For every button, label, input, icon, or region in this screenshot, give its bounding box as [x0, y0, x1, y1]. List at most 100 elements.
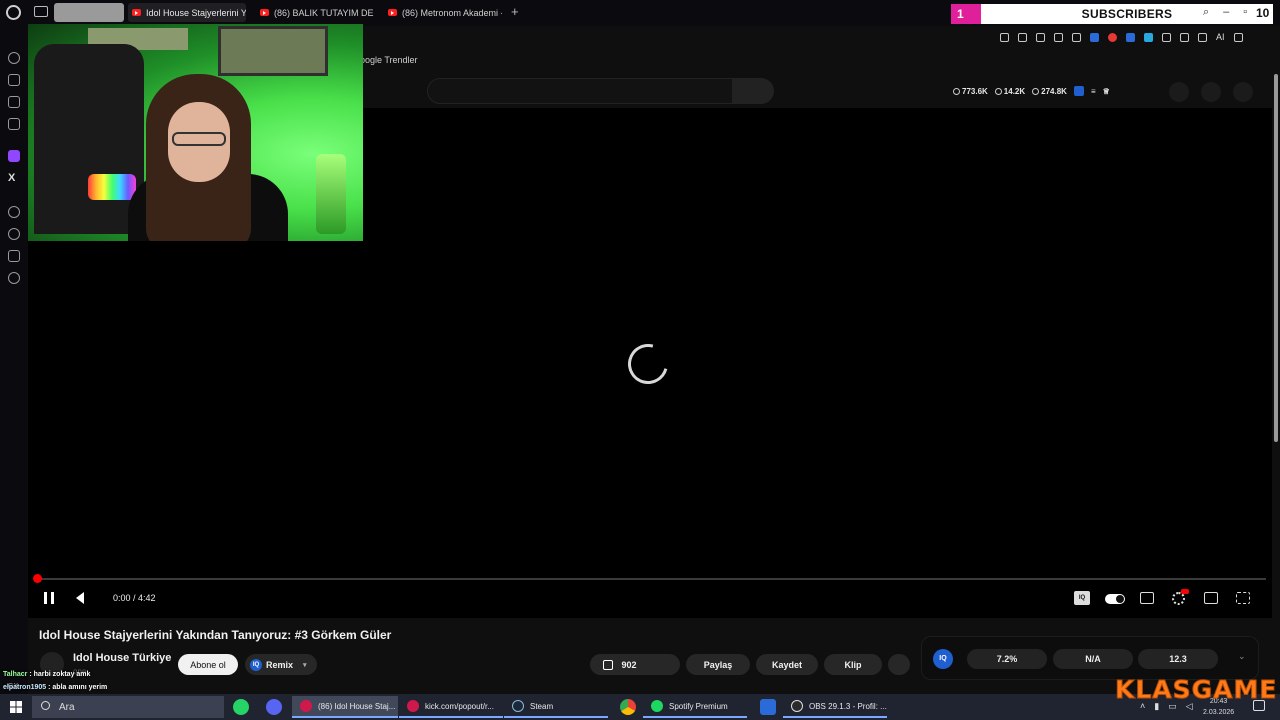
extension-red-icon[interactable]: [1108, 32, 1117, 42]
create-button[interactable]: [1169, 82, 1189, 102]
ai-button[interactable]: AI: [1216, 32, 1225, 42]
save-button[interactable]: Kaydet: [756, 654, 818, 675]
settings-gear-icon[interactable]: [8, 272, 20, 284]
rgb-microphone: [88, 174, 136, 200]
tab-blank-placeholder[interactable]: [54, 3, 124, 22]
taskbar-obs[interactable]: OBS 29.1.3 - Profil: ...: [783, 696, 887, 718]
taskbar-item-label: OBS 29.1.3 - Profil: ...: [809, 701, 887, 711]
menu-icon[interactable]: [1233, 32, 1243, 42]
player-icon[interactable]: [8, 206, 20, 218]
share-button[interactable]: Paylaş: [686, 654, 750, 675]
more-button[interactable]: [888, 654, 910, 675]
thumbs-up-icon: [603, 659, 614, 670]
whatsapp-icon[interactable]: [233, 699, 249, 715]
puzzle-icon[interactable]: [1162, 32, 1171, 42]
gx-mods-icon[interactable]: [8, 118, 20, 130]
opera-gx-icon: [407, 700, 419, 712]
windows-start-icon[interactable]: [10, 701, 22, 713]
gx-control-icon[interactable]: [8, 74, 20, 86]
taskbar-search-input[interactable]: Ara: [32, 696, 224, 718]
subtitles-button[interactable]: [1140, 592, 1154, 604]
taskbar-kick-window[interactable]: kick.com/popout/r...: [399, 696, 503, 718]
autoplay-toggle[interactable]: [1105, 594, 1125, 604]
taskbar-item-label: Steam: [530, 701, 554, 711]
trophy-icon[interactable]: ♕: [1103, 87, 1110, 96]
opera-gx-icon: [300, 700, 312, 712]
tab-metronom[interactable]: (86) Metronom Akademi -: [384, 3, 502, 22]
chrome-icon[interactable]: [620, 699, 636, 715]
iq-player-button[interactable]: IQ: [1074, 591, 1090, 605]
heart-icon[interactable]: [1072, 32, 1081, 42]
tab-balik-tutayim[interactable]: (86) BALIK TUTAYIM DED: [256, 3, 374, 22]
remix-label: Remix: [266, 659, 294, 670]
chevron-down-icon[interactable]: ⌄: [1238, 651, 1246, 662]
twitch-icon[interactable]: [8, 150, 20, 162]
minimize-icon[interactable]: –: [1223, 6, 1229, 19]
progress-scrubber[interactable]: [33, 574, 42, 583]
pause-button[interactable]: [44, 592, 54, 604]
chat-message: Talhacr : harbi zoktay amk: [3, 671, 91, 678]
maximize-icon[interactable]: ▫: [1243, 6, 1247, 19]
search-input[interactable]: [427, 78, 733, 104]
new-tab-button[interactable]: +: [511, 4, 519, 19]
discord-icon[interactable]: [266, 699, 282, 715]
fullscreen-button[interactable]: [1236, 592, 1250, 604]
opera-gx-logo-icon[interactable]: [6, 5, 21, 20]
stream-chat-overlay: Talhacr : harbi zoktay amk elpatron1905 …: [3, 668, 107, 694]
bookmark-icon[interactable]: [1000, 32, 1009, 42]
capture-icon[interactable]: [1018, 32, 1027, 42]
extension-blue-icon[interactable]: [1126, 32, 1135, 42]
remix-button[interactable]: IQ Remix ▾: [245, 654, 317, 675]
streamer-person: [146, 74, 251, 241]
chevron-down-icon: ▾: [303, 661, 307, 669]
extension-toolbar: AI: [1000, 32, 1243, 42]
miniplayer-button[interactable]: [1204, 592, 1218, 604]
profile-icon[interactable]: [1180, 32, 1189, 42]
history-icon[interactable]: [8, 228, 20, 240]
notifications-button[interactable]: [1201, 82, 1221, 102]
search-button[interactable]: [732, 78, 774, 104]
tab-idol-house[interactable]: Idol House Stajyerlerini Ya: [128, 3, 246, 22]
youtube-icon: [388, 9, 397, 16]
x-icon[interactable]: X: [8, 172, 15, 184]
like-button[interactable]: 902: [590, 654, 680, 675]
streamer-webcam: [28, 24, 363, 241]
taskbar-opera-window[interactable]: (86) Idol House Staj...: [292, 696, 398, 718]
tab-label: Idol House Stajyerlerini Ya: [146, 7, 246, 18]
progress-bar[interactable]: [36, 578, 1266, 580]
loading-spinner-icon: [620, 336, 676, 392]
gx-corner-icon[interactable]: [8, 96, 20, 108]
chat-message: elpatron1905 : abla amını yerim: [3, 684, 108, 691]
settings-button[interactable]: [1172, 589, 1189, 605]
taskbar-item-label: Spotify Premium: [669, 701, 728, 711]
download-icon[interactable]: [1198, 32, 1207, 42]
search-placeholder: Ara: [59, 701, 75, 713]
trends-link[interactable]: oogle Trendler: [360, 55, 418, 65]
tab-label: (86) Metronom Akademi -: [402, 7, 502, 18]
search-tabs-icon[interactable]: ⌕: [1203, 6, 1209, 19]
volume-button[interactable]: [76, 592, 84, 604]
like-count: 902: [621, 659, 637, 670]
iq-icon[interactable]: [1073, 86, 1084, 96]
extensions-icon[interactable]: [8, 250, 20, 262]
channel-name[interactable]: Idol House Türkiye: [73, 652, 171, 664]
shield-icon[interactable]: [1036, 32, 1045, 42]
browser-tab-strip: Idol House Stajyerlerini Ya (86) BALIK T…: [0, 0, 1280, 26]
avatar[interactable]: [1233, 82, 1253, 102]
taskbar-item-label: kick.com/popout/r...: [425, 701, 494, 711]
subscribe-button[interactable]: Abone ol: [178, 654, 238, 675]
time-display: 0:00 / 4:42: [113, 593, 156, 603]
obs-icon: [791, 700, 803, 712]
extension-cyan-icon[interactable]: [1144, 32, 1153, 42]
channel-stats: 773.6K 14.2K 274.8K ≡ ♕: [953, 86, 1110, 96]
extension-c-icon[interactable]: [1090, 32, 1099, 42]
list-icon[interactable]: ≡: [1091, 87, 1096, 96]
taskbar-spotify[interactable]: Spotify Premium: [643, 696, 747, 718]
taskbar-steam[interactable]: Steam: [504, 696, 608, 718]
page-scrollbar[interactable]: [1272, 74, 1280, 442]
app-blue-icon[interactable]: [760, 699, 776, 715]
refresh-icon[interactable]: [8, 52, 20, 64]
clip-button[interactable]: Klip: [824, 654, 882, 675]
play-icon[interactable]: [1054, 32, 1063, 42]
tab-switcher-icon[interactable]: [34, 6, 48, 17]
